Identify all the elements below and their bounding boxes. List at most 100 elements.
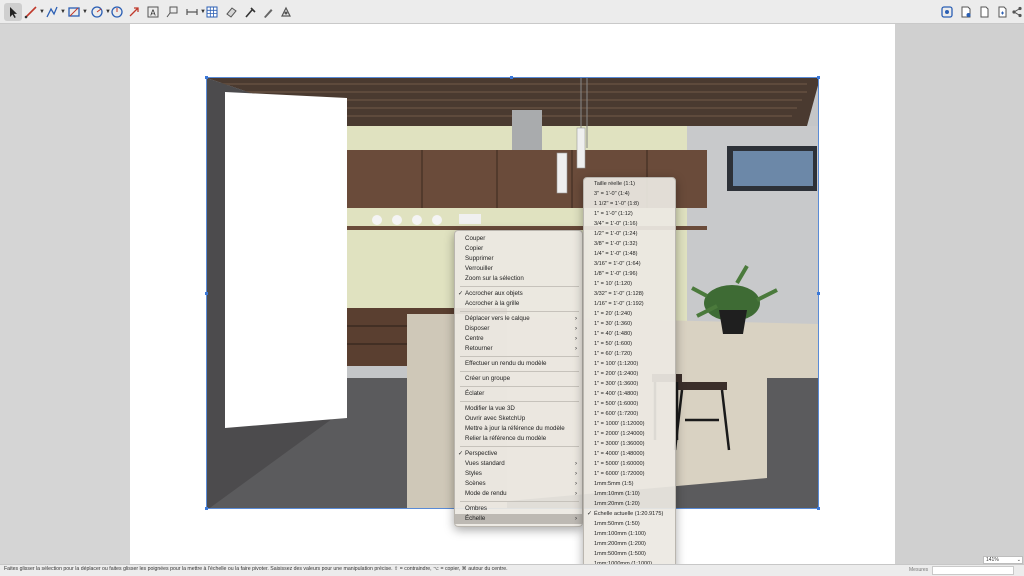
- scale-option[interactable]: 1/16" = 1'-0" (1:192): [584, 299, 675, 309]
- scale-option[interactable]: 1" = 60' (1:720): [584, 349, 675, 359]
- menu-item-maj-reference[interactable]: Mettre à jour la référence du modèle: [455, 424, 582, 434]
- scale-option[interactable]: 1" = 2000' (1:24000): [584, 429, 675, 439]
- doc-settings-icon[interactable]: [957, 3, 975, 21]
- scale-option-current[interactable]: ✓ Échelle actuelle (1:20.9175): [584, 509, 675, 519]
- text-icon[interactable]: A: [144, 3, 162, 21]
- menu-item-rendu-modele[interactable]: Effectuer un rendu du modèle: [455, 359, 582, 369]
- menu-separator: [460, 286, 579, 287]
- menu-item-ombres[interactable]: Ombres: [455, 504, 582, 514]
- scale-option[interactable]: 3/8" = 1'-0" (1:32): [584, 239, 675, 249]
- line-icon[interactable]: ▼: [22, 3, 45, 21]
- measurements-input[interactable]: [932, 566, 1014, 575]
- menu-item-scenes[interactable]: Scènes ›: [455, 479, 582, 489]
- dimension-icon[interactable]: ▼: [183, 3, 206, 21]
- scale-option[interactable]: 1" = 3000' (1:36000): [584, 439, 675, 449]
- circle-icon[interactable]: ▼: [88, 3, 111, 21]
- checkmark-icon: ✓: [587, 511, 593, 517]
- scale-option[interactable]: Taille réelle (1:1): [584, 179, 675, 189]
- scale-option[interactable]: 1mm:500mm (1:500): [584, 549, 675, 559]
- menu-item-vues-standard[interactable]: Vues standard ›: [455, 459, 582, 469]
- selection-handle[interactable]: [205, 76, 208, 79]
- rotate-icon[interactable]: [108, 3, 126, 21]
- select-icon[interactable]: [4, 3, 22, 21]
- menu-item-retourner[interactable]: Retourner ›: [455, 344, 582, 354]
- selection-handle[interactable]: [817, 76, 820, 79]
- scale-option[interactable]: 1mm:100mm (1:100): [584, 529, 675, 539]
- freehand-icon[interactable]: ▼: [43, 3, 66, 21]
- menu-item-ouvrir-sketchup[interactable]: Ouvrir avec SketchUp: [455, 414, 582, 424]
- label-icon[interactable]: [163, 3, 181, 21]
- scale-option[interactable]: 1" = 5000' (1:60000): [584, 459, 675, 469]
- menu-item-creer-groupe[interactable]: Créer un groupe: [455, 374, 582, 384]
- scale-option[interactable]: 1/2" = 1'-0" (1:24): [584, 229, 675, 239]
- scale-option[interactable]: 1" = 40' (1:480): [584, 329, 675, 339]
- scale-option[interactable]: 1mm:20mm (1:20): [584, 499, 675, 509]
- menu-item-zoom-selection[interactable]: Zoom sur la sélection: [455, 274, 582, 284]
- menu-item-perspective[interactable]: ✓ Perspective: [455, 449, 582, 459]
- menu-item-relier-reference[interactable]: Relier la référence du modèle: [455, 434, 582, 444]
- selection-handle[interactable]: [817, 292, 820, 295]
- scale-option[interactable]: 1" = 400' (1:4800): [584, 389, 675, 399]
- scale-option[interactable]: 1" = 1000' (1:12000): [584, 419, 675, 429]
- scale-option[interactable]: 1/8" = 1'-0" (1:96): [584, 269, 675, 279]
- menu-separator: [460, 501, 579, 502]
- menu-item-eclater[interactable]: Éclater: [455, 389, 582, 399]
- scale-option[interactable]: 1" = 500' (1:6000): [584, 399, 675, 409]
- split-icon[interactable]: [277, 3, 295, 21]
- checkmark-icon: ✓: [458, 291, 464, 297]
- scale-option[interactable]: 1" = 30' (1:360): [584, 319, 675, 329]
- menu-item-modifier-vue-3d[interactable]: Modifier la vue 3D: [455, 404, 582, 414]
- scale-option[interactable]: 1mm:10mm (1:10): [584, 489, 675, 499]
- scale-option[interactable]: 1" = 50' (1:600): [584, 339, 675, 349]
- selection-handle[interactable]: [205, 292, 208, 295]
- eyedropper-icon[interactable]: [241, 3, 259, 21]
- scale-option[interactable]: 1mm:50mm (1:50): [584, 519, 675, 529]
- eraser-icon[interactable]: [222, 3, 240, 21]
- status-message: Faites glisser la sélection pour la dépl…: [4, 566, 508, 572]
- menu-item-styles[interactable]: Styles ›: [455, 469, 582, 479]
- menu-item-supprimer[interactable]: Supprimer: [455, 254, 582, 264]
- context-menu: Couper Copier Supprimer Verrouiller Zoom…: [454, 230, 583, 527]
- scale-option[interactable]: 1" = 300' (1:3600): [584, 379, 675, 389]
- scale-option[interactable]: 1mm:200mm (1:200): [584, 539, 675, 549]
- scale-option[interactable]: 1" = 6000' (1:72000): [584, 469, 675, 479]
- scale-option[interactable]: 1" = 600' (1:7200): [584, 409, 675, 419]
- rectangle-icon[interactable]: ▼: [65, 3, 88, 21]
- table-icon[interactable]: [203, 3, 221, 21]
- zoom-select[interactable]: 141% ⌄: [983, 556, 1023, 564]
- menu-item-mode-rendu[interactable]: Mode de rendu ›: [455, 489, 582, 499]
- menu-item-disposer[interactable]: Disposer ›: [455, 324, 582, 334]
- selection-handle[interactable]: [817, 507, 820, 510]
- scale-icon[interactable]: [125, 3, 143, 21]
- menu-separator: [460, 356, 579, 357]
- share-icon[interactable]: [1008, 3, 1024, 21]
- scale-option[interactable]: 1" = 10' (1:120): [584, 279, 675, 289]
- scale-option[interactable]: 1" = 100' (1:1200): [584, 359, 675, 369]
- scale-option[interactable]: 1" = 200' (1:2400): [584, 369, 675, 379]
- pen-icon[interactable]: [259, 3, 277, 21]
- menu-item-copier[interactable]: Copier: [455, 244, 582, 254]
- scale-option[interactable]: 1" = 4000' (1:48000): [584, 449, 675, 459]
- menu-item-deplacer-calque[interactable]: Déplacer vers le calque ›: [455, 314, 582, 324]
- scale-option[interactable]: 3/32" = 1'-0" (1:128): [584, 289, 675, 299]
- sketchup-icon[interactable]: [938, 3, 956, 21]
- menu-item-centre[interactable]: Centre ›: [455, 334, 582, 344]
- scale-option[interactable]: 1" = 1'-0" (1:12): [584, 209, 675, 219]
- page-icon[interactable]: [975, 3, 993, 21]
- scale-option[interactable]: 1/4" = 1'-0" (1:48): [584, 249, 675, 259]
- scale-option[interactable]: 3" = 1'-0" (1:4): [584, 189, 675, 199]
- menu-item-verrouiller[interactable]: Verrouiller: [455, 264, 582, 274]
- selection-handle[interactable]: [510, 76, 513, 79]
- menu-item-accrocher-objets[interactable]: ✓ Accrocher aux objets: [455, 289, 582, 299]
- scale-option[interactable]: 1 1/2" = 1'-0" (1:8): [584, 199, 675, 209]
- scale-option[interactable]: 3/4" = 1'-0" (1:16): [584, 219, 675, 229]
- scale-option[interactable]: 1" = 20' (1:240): [584, 309, 675, 319]
- chevron-right-icon: ›: [575, 326, 577, 332]
- scale-option[interactable]: 3/16" = 1'-0" (1:64): [584, 259, 675, 269]
- selection-handle[interactable]: [205, 507, 208, 510]
- menu-item-accrocher-grille[interactable]: Accrocher à la grille: [455, 299, 582, 309]
- scale-submenu: Taille réelle (1:1) 3" = 1'-0" (1:4) 1 1…: [583, 177, 676, 573]
- menu-item-couper[interactable]: Couper: [455, 234, 582, 244]
- menu-item-echelle[interactable]: Échelle ›: [455, 514, 582, 524]
- scale-option[interactable]: 1mm:5mm (1:5): [584, 479, 675, 489]
